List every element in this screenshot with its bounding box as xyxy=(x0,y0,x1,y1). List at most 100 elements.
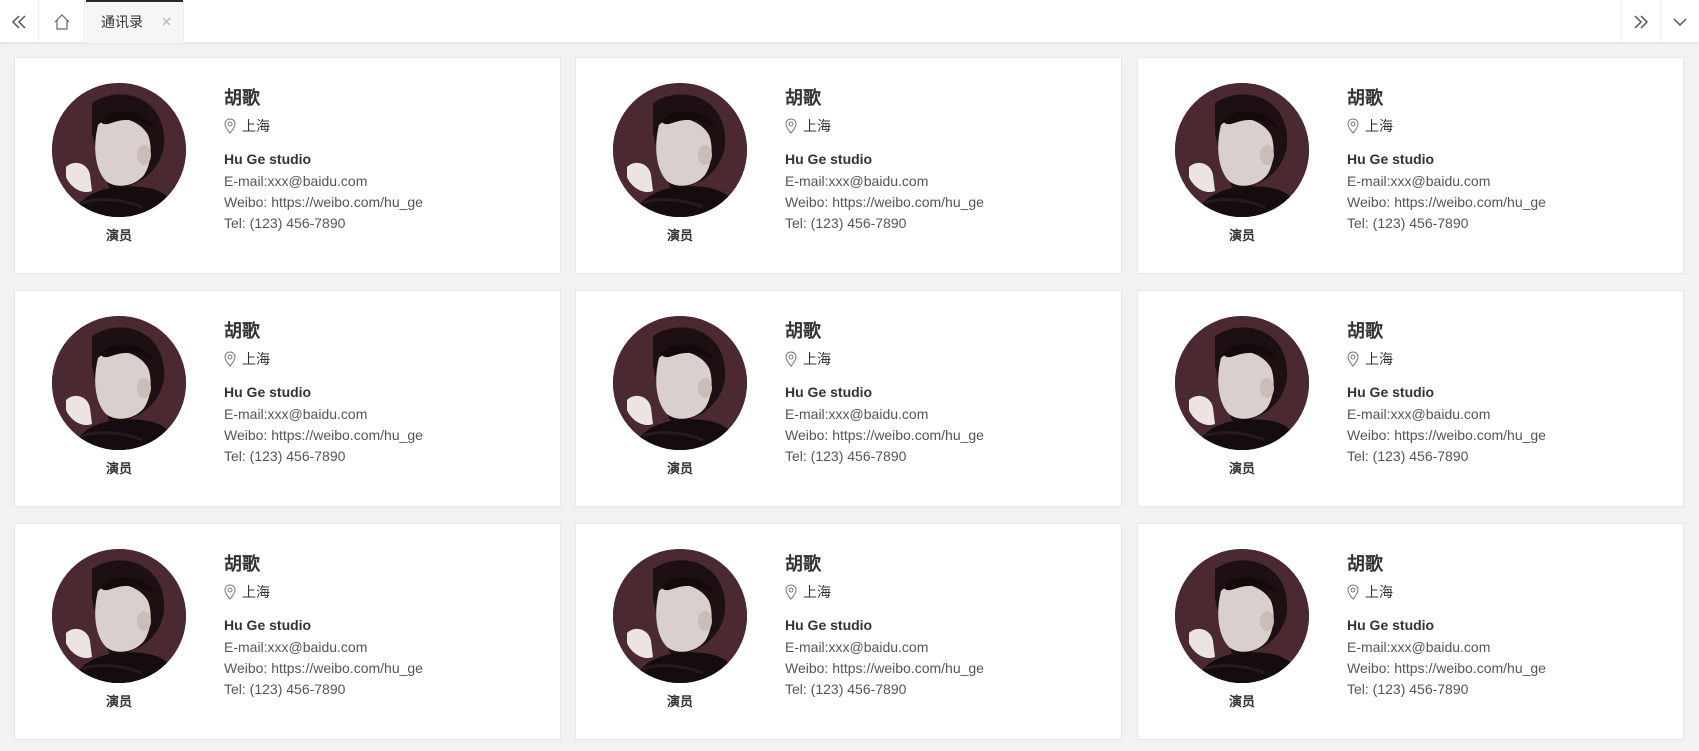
avatar xyxy=(613,316,747,450)
contact-name: 胡歌 xyxy=(785,321,821,341)
contact-company: Hu Ge studio xyxy=(785,617,873,633)
contact-company: Hu Ge studio xyxy=(224,617,312,633)
tab-bar: 通讯录 xyxy=(0,0,1699,43)
contact-role: 演员 xyxy=(105,228,132,243)
avatar xyxy=(52,316,186,450)
contact-email: E-mail:xxx@baidu.com xyxy=(1347,639,1491,655)
contact-location: 上海 xyxy=(224,583,270,601)
contact-role: 演员 xyxy=(1228,461,1255,476)
avatar xyxy=(1175,316,1309,450)
contact-role: 演员 xyxy=(1228,694,1255,709)
contact-company: Hu Ge studio xyxy=(224,151,312,167)
contact-role: 演员 xyxy=(666,228,693,243)
contact-weibo: Weibo: https://weibo.com/hu_ge xyxy=(1347,194,1546,210)
contact-name: 胡歌 xyxy=(224,88,260,108)
contact-location: 上海 xyxy=(224,117,270,135)
contact-name: 胡歌 xyxy=(224,321,260,341)
contact-location: 上海 xyxy=(785,350,831,368)
home-icon xyxy=(54,13,69,30)
contact-role: 演员 xyxy=(105,461,132,476)
location-pin-icon xyxy=(1347,584,1359,600)
contact-company: Hu Ge studio xyxy=(224,384,312,400)
contact-email: E-mail:xxx@baidu.com xyxy=(1347,406,1491,422)
contact-tel: Tel: (123) 456-7890 xyxy=(785,681,907,697)
tab-options-dropdown-button[interactable] xyxy=(1660,0,1699,43)
tab-close-button[interactable] xyxy=(159,14,173,28)
avatar xyxy=(613,83,747,217)
contact-location: 上海 xyxy=(785,583,831,601)
scroll-tabs-left-button[interactable] xyxy=(0,0,39,43)
home-tab-button[interactable] xyxy=(39,0,85,43)
contact-weibo: Weibo: https://weibo.com/hu_ge xyxy=(785,660,984,676)
contact-weibo: Weibo: https://weibo.com/hu_ge xyxy=(785,427,984,443)
contact-card[interactable]: 演员 胡歌 上海 Hu Ge studio E-mail:xxx@baidu.c… xyxy=(14,290,561,507)
contact-email: E-mail:xxx@baidu.com xyxy=(785,173,929,189)
location-pin-icon xyxy=(785,118,797,134)
tab-contacts[interactable]: 通讯录 xyxy=(86,0,184,43)
contact-name: 胡歌 xyxy=(785,88,821,108)
contact-company: Hu Ge studio xyxy=(1347,151,1435,167)
scroll-tabs-right-button[interactable] xyxy=(1621,0,1660,43)
contact-location: 上海 xyxy=(224,350,270,368)
contact-role: 演员 xyxy=(666,461,693,476)
contact-tel: Tel: (123) 456-7890 xyxy=(224,681,346,697)
contact-name: 胡歌 xyxy=(1347,88,1383,108)
double-chevron-left-icon xyxy=(11,14,26,29)
contact-location: 上海 xyxy=(1347,117,1393,135)
contact-location-text: 上海 xyxy=(803,118,831,134)
contact-location-text: 上海 xyxy=(1365,584,1393,600)
location-pin-icon xyxy=(1347,118,1359,134)
contact-tel: Tel: (123) 456-7890 xyxy=(1347,448,1469,464)
contact-company: Hu Ge studio xyxy=(1347,617,1435,633)
contact-tel: Tel: (123) 456-7890 xyxy=(224,448,346,464)
contact-card[interactable]: 演员 胡歌 上海 Hu Ge studio E-mail:xxx@baidu.c… xyxy=(1137,57,1684,274)
contact-weibo: Weibo: https://weibo.com/hu_ge xyxy=(224,427,423,443)
contact-card[interactable]: 演员 胡歌 上海 Hu Ge studio E-mail:xxx@baidu.c… xyxy=(1137,523,1684,740)
avatar xyxy=(52,549,186,683)
contact-weibo: Weibo: https://weibo.com/hu_ge xyxy=(224,660,423,676)
contact-role: 演员 xyxy=(666,694,693,709)
contact-name: 胡歌 xyxy=(1347,554,1383,574)
location-pin-icon xyxy=(785,584,797,600)
contact-weibo: Weibo: https://weibo.com/hu_ge xyxy=(224,194,423,210)
location-pin-icon xyxy=(1347,351,1359,367)
contact-weibo: Weibo: https://weibo.com/hu_ge xyxy=(1347,660,1546,676)
contact-email: E-mail:xxx@baidu.com xyxy=(224,173,368,189)
contact-company: Hu Ge studio xyxy=(785,151,873,167)
contact-card[interactable]: 演员 胡歌 上海 Hu Ge studio E-mail:xxx@baidu.c… xyxy=(575,290,1122,507)
contact-email: E-mail:xxx@baidu.com xyxy=(1347,173,1491,189)
contact-location-text: 上海 xyxy=(242,584,270,600)
contact-location-text: 上海 xyxy=(242,118,270,134)
location-pin-icon xyxy=(785,351,797,367)
contact-email: E-mail:xxx@baidu.com xyxy=(785,639,929,655)
contact-name: 胡歌 xyxy=(1347,321,1383,341)
contact-email: E-mail:xxx@baidu.com xyxy=(224,639,368,655)
contact-card[interactable]: 演员 胡歌 上海 Hu Ge studio E-mail:xxx@baidu.c… xyxy=(14,57,561,274)
contact-card[interactable]: 演员 胡歌 上海 Hu Ge studio E-mail:xxx@baidu.c… xyxy=(575,523,1122,740)
location-pin-icon xyxy=(224,351,236,367)
avatar xyxy=(613,549,747,683)
contact-location: 上海 xyxy=(785,117,831,135)
tab-label: 通讯录 xyxy=(101,13,143,30)
contact-weibo: Weibo: https://weibo.com/hu_ge xyxy=(785,194,984,210)
contact-company: Hu Ge studio xyxy=(785,384,873,400)
contact-card[interactable]: 演员 胡歌 上海 Hu Ge studio E-mail:xxx@baidu.c… xyxy=(1137,290,1684,507)
contact-email: E-mail:xxx@baidu.com xyxy=(224,406,368,422)
contact-card[interactable]: 演员 胡歌 上海 Hu Ge studio E-mail:xxx@baidu.c… xyxy=(14,523,561,740)
contact-location-text: 上海 xyxy=(1365,351,1393,367)
contact-email: E-mail:xxx@baidu.com xyxy=(785,406,929,422)
contact-weibo: Weibo: https://weibo.com/hu_ge xyxy=(1347,427,1546,443)
contact-role: 演员 xyxy=(105,694,132,709)
contact-location-text: 上海 xyxy=(803,584,831,600)
contact-location: 上海 xyxy=(1347,350,1393,368)
contact-role: 演员 xyxy=(1228,228,1255,243)
contact-tel: Tel: (123) 456-7890 xyxy=(1347,215,1469,231)
contact-location-text: 上海 xyxy=(1365,118,1393,134)
contact-card[interactable]: 演员 胡歌 上海 Hu Ge studio E-mail:xxx@baidu.c… xyxy=(575,57,1122,274)
double-chevron-right-icon xyxy=(1634,14,1649,29)
avatar xyxy=(52,83,186,217)
contact-company: Hu Ge studio xyxy=(1347,384,1435,400)
contact-name: 胡歌 xyxy=(785,554,821,574)
location-pin-icon xyxy=(224,584,236,600)
contact-tel: Tel: (123) 456-7890 xyxy=(785,215,907,231)
